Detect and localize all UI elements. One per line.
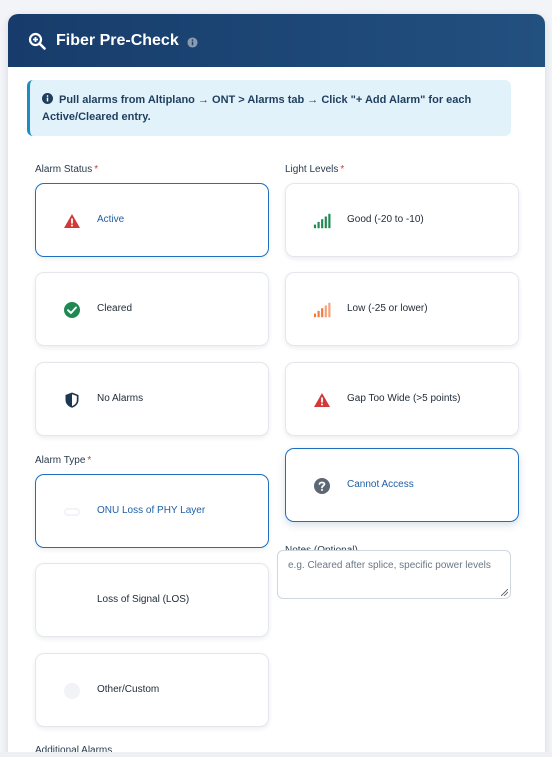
search-plus-icon: [28, 32, 46, 50]
signal-bars-orange-icon: [313, 302, 331, 318]
circle-icon: [64, 683, 80, 699]
signal-bars-green-icon: [313, 213, 331, 229]
alarm-status-option-cleared[interactable]: Cleared: [35, 272, 269, 346]
signal-icon: [63, 592, 81, 610]
resize-handle-icon[interactable]: [501, 589, 508, 596]
info-icon[interactable]: [187, 36, 198, 48]
bottom-divider: [0, 752, 552, 757]
notes-textarea[interactable]: e.g. Cleared after splice, specific powe…: [277, 550, 511, 599]
notes-placeholder: e.g. Cleared after splice, specific powe…: [288, 560, 491, 571]
alarm-status-label: Alarm Status *: [35, 164, 99, 175]
info-circle-icon: [42, 93, 53, 104]
alarm-status-option-no-alarms[interactable]: No Alarms: [35, 362, 269, 436]
light-level-option-cannot-access[interactable]: Cannot Access: [285, 448, 519, 522]
warning-triangle-icon: [64, 214, 80, 228]
warning-triangle-icon: [314, 393, 330, 407]
light-level-option-low[interactable]: Low (-25 or lower): [285, 272, 519, 346]
instruction-banner: Pull alarms from Altiplano → ONT > Alarm…: [27, 80, 511, 136]
shield-icon: [65, 392, 79, 408]
alarm-type-option-onu-loss[interactable]: ONU Loss of PHY Layer: [35, 474, 269, 548]
banner-text: Pull alarms from Altiplano → ONT > Alarm…: [42, 94, 472, 123]
light-level-option-gap-too-wide[interactable]: Gap Too Wide (>5 points): [285, 362, 519, 436]
page-title: Fiber Pre-Check: [56, 31, 179, 49]
light-level-option-good[interactable]: Good (-20 to -10): [285, 183, 519, 257]
question-circle-icon: [314, 478, 330, 494]
onu-icon: [64, 508, 80, 516]
check-circle-icon: [64, 302, 80, 318]
alarm-type-option-other[interactable]: Other/Custom: [35, 653, 269, 727]
alarm-type-label: Alarm Type *: [35, 455, 92, 466]
alarm-status-option-active[interactable]: Active: [35, 183, 269, 257]
card-header: Fiber Pre-Check: [8, 14, 545, 67]
alarm-type-option-los[interactable]: Loss of Signal (LOS): [35, 563, 269, 637]
light-levels-label: Light Levels *: [285, 164, 345, 175]
